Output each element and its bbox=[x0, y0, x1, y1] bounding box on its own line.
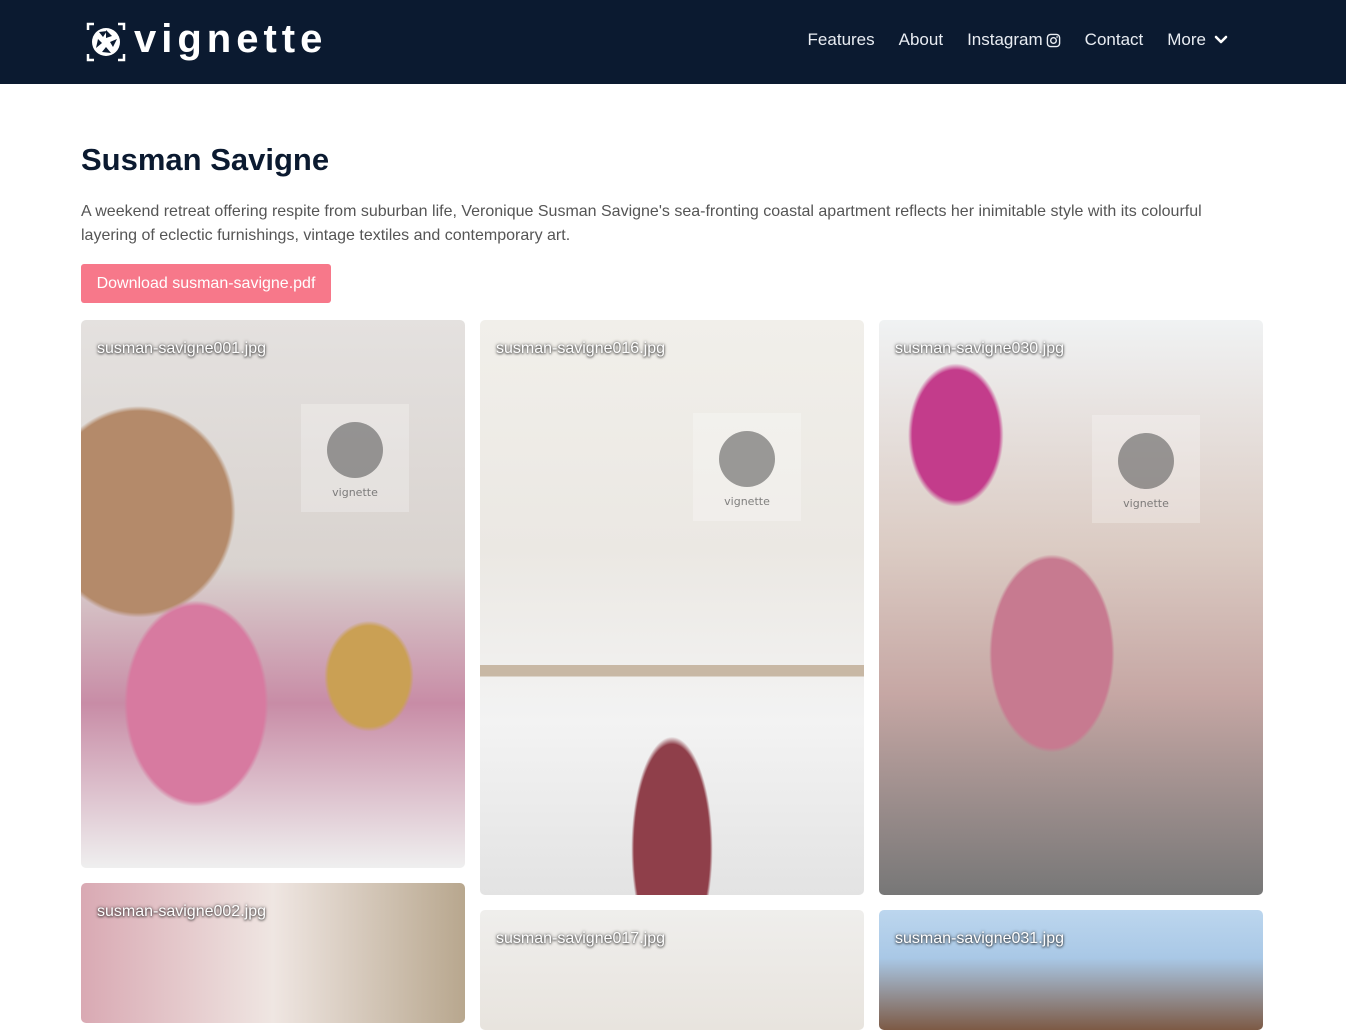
nav-more-label: More bbox=[1167, 30, 1206, 49]
gallery-card[interactable]: vignette susman-savigne001.jpg bbox=[81, 320, 465, 868]
page-title: Susman Savigne bbox=[81, 142, 330, 177]
image-caption: susman-savigne030.jpg bbox=[895, 340, 1064, 357]
aperture-logo-icon bbox=[86, 22, 126, 62]
download-pdf-button[interactable]: Download susman-savigne.pdf bbox=[81, 264, 331, 303]
gallery-card[interactable]: susman-savigne017.jpg bbox=[480, 910, 864, 1030]
nav-about-label: About bbox=[898, 30, 944, 49]
watermark-icon: vignette bbox=[301, 404, 409, 512]
gallery-card[interactable]: vignette susman-savigne016.jpg bbox=[480, 320, 864, 895]
gallery-card[interactable]: susman-savigne031.jpg bbox=[879, 910, 1263, 1030]
nav-contact-label: Contact bbox=[1084, 30, 1144, 49]
nav-instagram-label: Instagram bbox=[967, 30, 1043, 49]
brand-logo[interactable]: vignette bbox=[86, 17, 328, 62]
gallery-card[interactable]: vignette susman-savigne030.jpg bbox=[879, 320, 1263, 895]
watermark-icon: vignette bbox=[693, 413, 801, 521]
image-caption: susman-savigne017.jpg bbox=[496, 930, 665, 947]
instagram-icon bbox=[1046, 33, 1060, 47]
nav-features[interactable]: Features bbox=[808, 30, 875, 50]
svg-text:vignette: vignette bbox=[724, 495, 770, 508]
main-nav: Features About Instagram Contact More bbox=[784, 30, 1228, 50]
image-caption: susman-savigne001.jpg bbox=[97, 340, 266, 357]
nav-contact[interactable]: Contact bbox=[1085, 30, 1144, 50]
svg-text:vignette: vignette bbox=[332, 486, 378, 499]
chevron-down-icon bbox=[1214, 35, 1228, 44]
image-caption: susman-savigne016.jpg bbox=[496, 340, 665, 357]
image-caption: susman-savigne031.jpg bbox=[895, 930, 1064, 947]
nav-features-label: Features bbox=[807, 30, 875, 49]
gallery-card[interactable]: susman-savigne002.jpg bbox=[81, 883, 465, 1023]
nav-about[interactable]: About bbox=[899, 30, 943, 50]
page-description: A weekend retreat offering respite from … bbox=[81, 203, 1202, 244]
nav-more-dropdown[interactable]: More bbox=[1167, 30, 1228, 50]
top-navbar: vignette Features About Instagram Contac… bbox=[0, 0, 1346, 84]
image-caption: susman-savigne002.jpg bbox=[97, 903, 266, 920]
svg-text:vignette: vignette bbox=[1123, 497, 1169, 510]
nav-instagram[interactable]: Instagram bbox=[967, 30, 1061, 50]
watermark-icon: vignette bbox=[1092, 415, 1200, 523]
brand-name: vignette bbox=[134, 17, 328, 61]
